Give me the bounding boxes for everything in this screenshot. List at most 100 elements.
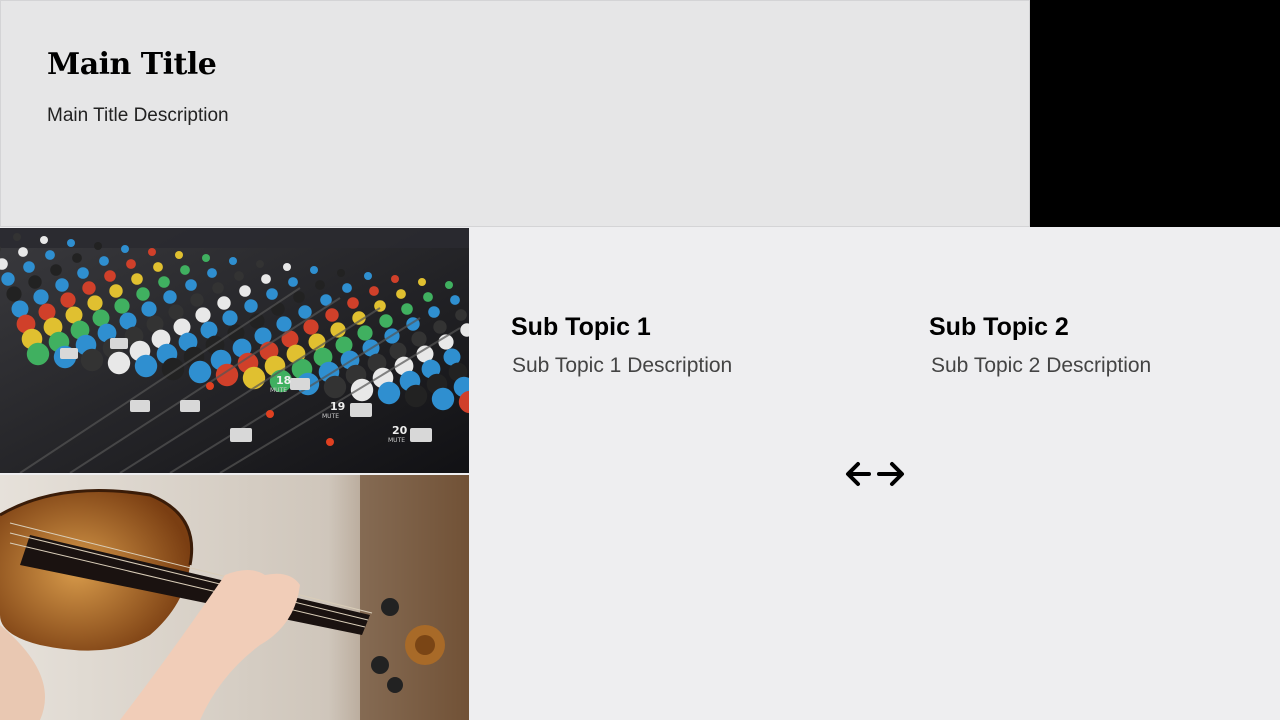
sub-topic-1-description: Sub Topic 1 Description <box>512 354 733 377</box>
mixer-knob <box>337 269 345 277</box>
mixer-knob <box>234 271 244 281</box>
violin-player-image <box>0 475 469 720</box>
mixer-knob <box>60 292 76 308</box>
mixer-knob <box>271 302 285 316</box>
header-panel: Main Title Main Title Description <box>0 0 1030 227</box>
mixer-knob <box>23 261 35 273</box>
mixer-knob <box>404 384 428 408</box>
mixer-knob <box>423 292 433 302</box>
mixer-knob <box>379 314 393 328</box>
mixer-knob <box>239 285 251 297</box>
mixer-knob <box>72 253 82 263</box>
mixer-mute-label: MUTE <box>270 387 287 394</box>
mixer-knob <box>391 275 399 283</box>
mixer-knob <box>50 264 62 276</box>
mixer-knob <box>107 351 131 375</box>
mixer-knob <box>195 307 211 323</box>
mixer-knob <box>357 325 373 341</box>
mixer-knob <box>158 276 170 288</box>
mixer-knob <box>256 260 264 268</box>
mixer-knob <box>396 289 406 299</box>
mixer-knob <box>141 301 157 317</box>
mixer-knob <box>450 295 460 305</box>
mixer-knob <box>303 319 319 335</box>
mixer-knob <box>40 236 48 244</box>
mixer-knob <box>121 245 129 253</box>
mixer-mute-label: MUTE <box>322 413 339 420</box>
mixer-knob <box>455 309 467 321</box>
mixer-knob <box>163 290 177 304</box>
sub-topic-2-title: Sub Topic 2 <box>929 313 1069 341</box>
mixer-knob <box>364 272 372 280</box>
mixer-knob <box>80 348 104 372</box>
mixer-knob <box>325 308 339 322</box>
sub-topic-2-description: Sub Topic 2 Description <box>931 354 1152 377</box>
mixer-knob <box>428 306 440 318</box>
mixer-knob <box>55 278 69 292</box>
mixer-knob <box>82 281 96 295</box>
mixer-knob <box>445 281 453 289</box>
mixer-knob <box>168 304 184 320</box>
mixer-knob <box>202 254 210 262</box>
mixer-knob <box>87 295 103 311</box>
mixer-knob <box>114 298 130 314</box>
mixer-knob <box>369 286 379 296</box>
mixer-knob <box>276 316 292 332</box>
sub-topic-1-title: Sub Topic 1 <box>511 313 651 341</box>
mixer-knob <box>222 310 238 326</box>
mixer-knob <box>6 286 22 302</box>
mixer-knob <box>229 257 237 265</box>
mixer-knob <box>26 342 50 366</box>
mixer-knob <box>185 279 197 291</box>
mixer-knob <box>109 284 123 298</box>
mixer-knob <box>134 354 158 378</box>
mixer-knob <box>283 263 291 271</box>
mixer-knob <box>126 259 136 269</box>
mixer-knob <box>33 289 49 305</box>
mixer-mute-label: MUTE <box>388 437 405 444</box>
mixer-knob <box>67 239 75 247</box>
mixer-knob <box>153 262 163 272</box>
mixing-console-image: 18 19 20 MUTE MUTE MUTE <box>0 228 469 473</box>
mixer-knob <box>77 267 89 279</box>
mixer-knob <box>212 282 224 294</box>
mixer-knob <box>310 266 318 274</box>
mixer-channel-label: 18 <box>276 374 291 387</box>
black-accent-block <box>1030 0 1280 227</box>
mixer-knob <box>217 296 231 310</box>
mixer-knob <box>180 265 190 275</box>
main-title: Main Title <box>47 47 217 82</box>
mixer-knob <box>261 274 271 284</box>
mixer-knob <box>131 273 143 285</box>
mixer-knob <box>431 387 455 411</box>
mixer-knob <box>136 287 150 301</box>
mixer-knob <box>13 233 21 241</box>
mixer-knob <box>148 248 156 256</box>
mixer-knob <box>45 250 55 260</box>
mixer-knob <box>293 291 305 303</box>
mixer-knob <box>323 375 347 399</box>
mixer-knob <box>18 247 28 257</box>
mixer-knob <box>418 278 426 286</box>
mixer-knob <box>175 251 183 259</box>
mixer-knob <box>99 256 109 266</box>
mixer-knob <box>377 381 401 405</box>
mixer-knob <box>104 270 116 282</box>
main-title-description: Main Title Description <box>47 105 229 126</box>
mixer-knob <box>28 275 42 289</box>
mixer-knob <box>401 303 413 315</box>
mixer-knob <box>94 242 102 250</box>
mixer-knob <box>347 297 359 309</box>
mixer-knob <box>1 272 15 286</box>
mixer-knob <box>288 277 298 287</box>
mixer-knob <box>188 360 212 384</box>
left-right-arrow-icon <box>845 458 905 490</box>
mixer-channel-label: 20 <box>392 424 408 437</box>
mixer-knob <box>244 299 258 313</box>
mixer-knob <box>411 331 427 347</box>
mixer-knob <box>433 320 447 334</box>
mixer-knob <box>242 366 266 390</box>
mixer-knob <box>207 268 217 278</box>
mixer-knob <box>190 293 204 307</box>
mixer-knob <box>266 288 278 300</box>
